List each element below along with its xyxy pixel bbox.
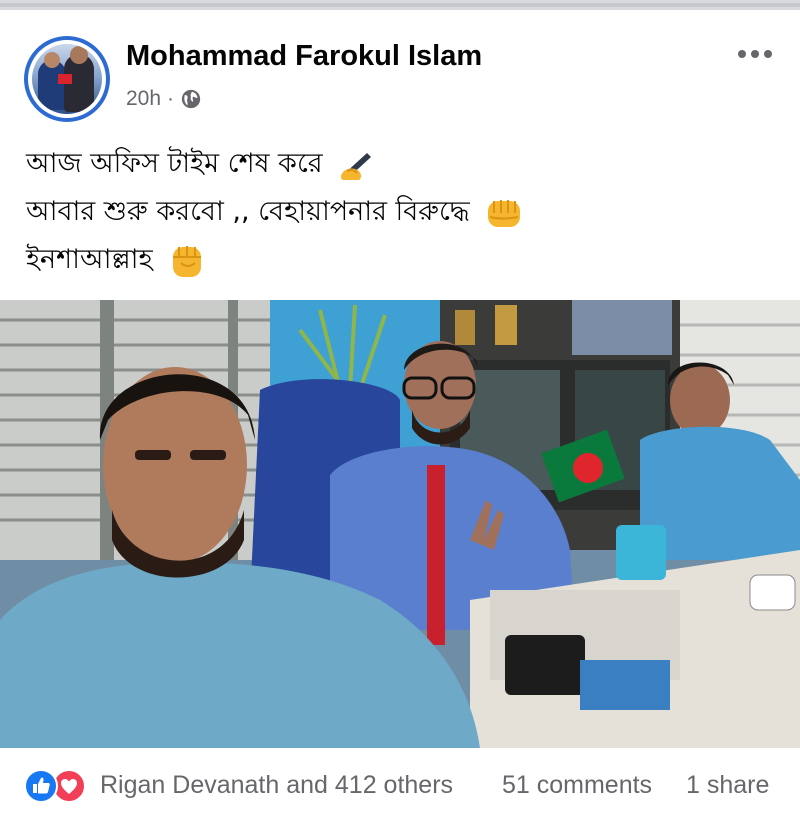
- post-text: আজ অফিস টাইম শেষ করে আবার শুরু করবো ,, ব…: [26, 140, 786, 284]
- reactions-bar: Rigan Devanath and 412 others 51 comment…: [0, 756, 800, 816]
- more-options-icon[interactable]: [738, 50, 772, 58]
- reaction-icons[interactable]: [24, 769, 94, 803]
- globe-icon[interactable]: [180, 88, 202, 110]
- post-text-line: আজ অফিস টাইম শেষ করে: [26, 140, 786, 188]
- avatar-photo: [32, 44, 102, 114]
- post-text-line: ইনশাআল্লাহ: [26, 236, 786, 284]
- comments-count[interactable]: 51 comments: [502, 771, 652, 800]
- post-meta: 20h ·: [126, 87, 202, 111]
- oncoming-fist-emoji-icon: [488, 199, 521, 227]
- author-avatar[interactable]: [24, 36, 110, 122]
- post-photo[interactable]: [0, 300, 800, 748]
- post-time[interactable]: 20h: [126, 87, 161, 111]
- like-icon: [24, 769, 58, 803]
- post-header: Mohammad Farokul Islam 20h ·: [0, 10, 800, 122]
- photo-illustration: [0, 300, 800, 748]
- raised-fist-emoji-icon: [173, 245, 202, 277]
- author-name[interactable]: Mohammad Farokul Islam: [126, 40, 482, 73]
- meta-separator: ·: [167, 87, 175, 110]
- writing-hand-emoji-icon: [341, 152, 372, 180]
- reactions-summary[interactable]: Rigan Devanath and 412 others: [100, 771, 453, 800]
- post-text-line: আবার শুরু করবো ,, বেহায়াপনার বিরুদ্ধে: [26, 188, 786, 236]
- shares-count[interactable]: 1 share: [686, 771, 769, 800]
- top-divider: [0, 0, 800, 10]
